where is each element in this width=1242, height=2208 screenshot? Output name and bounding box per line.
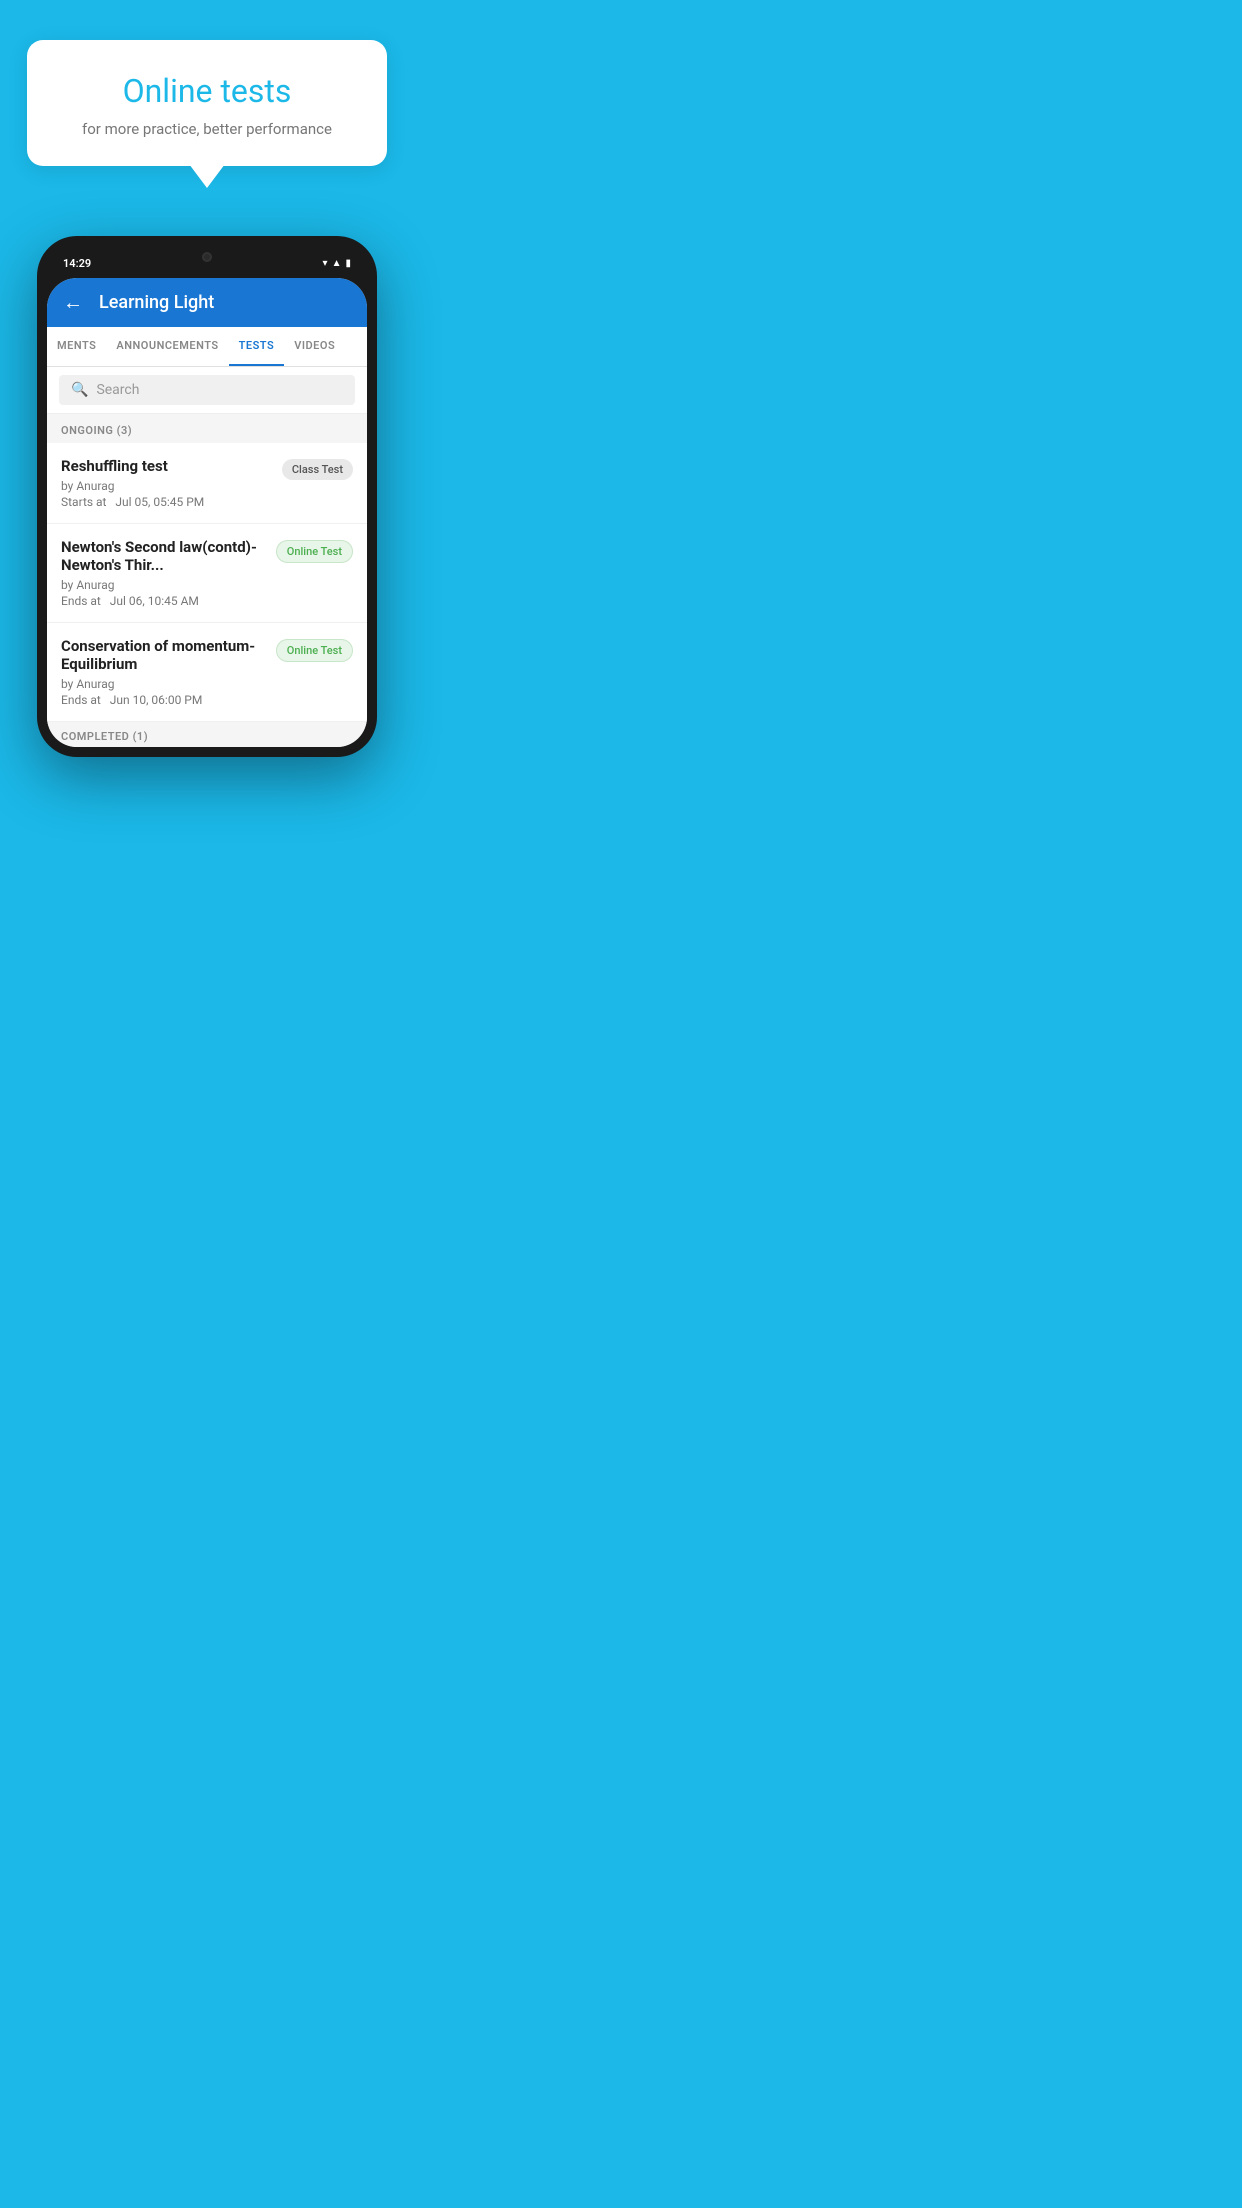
test-list: Reshuffling test by Anurag Starts at Jul… — [47, 443, 367, 722]
bubble-title: Online tests — [51, 72, 363, 110]
signal-icon: ▲ — [332, 258, 342, 269]
test-author-2: by Anurag — [61, 578, 268, 592]
tabs-bar: MENTS ANNOUNCEMENTS TESTS VIDEOS — [47, 327, 367, 367]
search-placeholder: Search — [96, 382, 139, 398]
search-bar: 🔍 Search — [47, 367, 367, 414]
bubble-subtitle: for more practice, better performance — [51, 120, 363, 138]
test-name-3: Conservation of momentum-Equilibrium — [61, 637, 268, 673]
phone-screen: ← Learning Light MENTS ANNOUNCEMENTS TES… — [47, 278, 367, 747]
tab-videos[interactable]: VIDEOS — [284, 327, 345, 366]
search-input-wrapper[interactable]: 🔍 Search — [59, 375, 355, 405]
battery-icon: ▮ — [345, 258, 351, 269]
speech-bubble: Online tests for more practice, better p… — [27, 40, 387, 166]
phone-wrapper: 14:29 ▾ ▲ ▮ ← Learning Light MENTS ANNOU… — [0, 236, 414, 757]
app-header: ← Learning Light — [47, 278, 367, 327]
test-badge-1: Class Test — [282, 459, 353, 480]
front-camera — [202, 252, 212, 262]
test-date-3: Ends at Jun 10, 06:00 PM — [61, 693, 268, 707]
app-title: Learning Light — [99, 292, 214, 313]
search-icon: 🔍 — [71, 382, 88, 398]
test-date-1: Starts at Jul 05, 05:45 PM — [61, 495, 274, 509]
test-item[interactable]: Reshuffling test by Anurag Starts at Jul… — [47, 443, 367, 524]
completed-section-header: COMPLETED (1) — [47, 722, 367, 747]
phone-notch — [167, 246, 247, 268]
back-button[interactable]: ← — [63, 290, 83, 315]
test-info-3: Conservation of momentum-Equilibrium by … — [61, 637, 268, 707]
test-author-1: by Anurag — [61, 479, 274, 493]
test-name-1: Reshuffling test — [61, 457, 274, 475]
status-icons: ▾ ▲ ▮ — [323, 258, 351, 269]
phone-device: 14:29 ▾ ▲ ▮ ← Learning Light MENTS ANNOU… — [37, 236, 377, 757]
test-date-2: Ends at Jul 06, 10:45 AM — [61, 594, 268, 608]
test-name-2: Newton's Second law(contd)-Newton's Thir… — [61, 538, 268, 574]
test-badge-2: Online Test — [276, 540, 353, 563]
tab-tests[interactable]: TESTS — [229, 327, 285, 366]
test-info-2: Newton's Second law(contd)-Newton's Thir… — [61, 538, 268, 608]
tab-ments[interactable]: MENTS — [47, 327, 106, 366]
test-author-3: by Anurag — [61, 677, 268, 691]
speech-bubble-area: Online tests for more practice, better p… — [0, 0, 414, 226]
status-time: 14:29 — [63, 257, 91, 270]
test-badge-3: Online Test — [276, 639, 353, 662]
test-item-3[interactable]: Conservation of momentum-Equilibrium by … — [47, 623, 367, 722]
test-info-1: Reshuffling test by Anurag Starts at Jul… — [61, 457, 274, 509]
tab-announcements[interactable]: ANNOUNCEMENTS — [106, 327, 228, 366]
ongoing-section-header: ONGOING (3) — [47, 414, 367, 443]
wifi-icon: ▾ — [323, 258, 328, 269]
test-item-2[interactable]: Newton's Second law(contd)-Newton's Thir… — [47, 524, 367, 623]
